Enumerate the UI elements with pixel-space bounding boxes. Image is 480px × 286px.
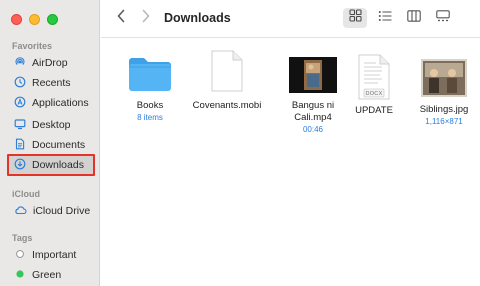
sidebar-item-label: AirDrop	[32, 57, 68, 69]
folder-icon	[127, 47, 173, 93]
cloud-icon	[14, 204, 27, 219]
sidebar-item-label: Applications	[32, 97, 89, 109]
download-icon	[14, 158, 26, 173]
sidebar-item-label: iCloud Drive	[33, 205, 91, 217]
applications-icon	[14, 96, 26, 111]
back-button[interactable]	[112, 9, 130, 27]
file-meta: 8 items	[137, 113, 163, 122]
sidebar: Favorites AirDrop Recents Applications D…	[0, 0, 100, 286]
file-item-covenants[interactable]: Covenants.mobi	[192, 47, 262, 112]
chevron-right-icon	[141, 9, 151, 28]
file-meta: 00:46	[302, 125, 324, 134]
docx-badge: DOCX	[365, 91, 383, 97]
sidebar-tag-important[interactable]: Important	[8, 246, 96, 264]
sidebar-item-label: Recents	[32, 77, 71, 89]
tag-color-dot	[14, 268, 26, 283]
window-controls	[11, 14, 58, 25]
file-name: Siblings.jpg	[419, 104, 469, 115]
document-file-icon	[210, 47, 244, 93]
list-icon	[378, 9, 392, 27]
favorites-section-title: Favorites	[12, 41, 53, 51]
column-view-button[interactable]	[403, 8, 425, 28]
list-view-button[interactable]	[374, 8, 396, 28]
file-name: UPDATE	[355, 105, 393, 116]
video-thumbnail	[289, 47, 337, 93]
toolbar: Downloads	[101, 0, 480, 38]
file-item-books[interactable]: Books 8 items	[115, 47, 185, 123]
sidebar-item-label: Desktop	[32, 119, 71, 131]
photo-thumbnail	[421, 51, 467, 97]
airdrop-icon	[14, 56, 26, 71]
sidebar-item-desktop[interactable]: Desktop	[8, 116, 96, 134]
sidebar-item-label: Green	[32, 269, 62, 281]
sidebar-item-label: Important	[32, 249, 77, 261]
icon-view-button[interactable]	[343, 8, 367, 28]
window-title: Downloads	[164, 11, 231, 25]
tags-section-title: Tags	[12, 233, 33, 243]
clock-icon	[14, 76, 26, 91]
close-button[interactable]	[11, 14, 22, 25]
file-area: Books 8 items Covenants.mobi Bangus ni C…	[101, 39, 480, 286]
sidebar-item-recents[interactable]: Recents	[8, 74, 96, 92]
columns-icon	[407, 9, 421, 27]
sidebar-item-applications[interactable]: Applications	[8, 94, 96, 112]
icloud-section-title: iCloud	[12, 189, 40, 199]
file-name: Books	[136, 100, 164, 111]
forward-button[interactable]	[137, 9, 155, 27]
sidebar-tag-green[interactable]: Green	[8, 266, 96, 284]
finder-window: Favorites AirDrop Recents Applications D…	[0, 0, 480, 286]
chevron-left-icon	[116, 9, 126, 28]
sidebar-item-label: Downloads	[32, 159, 84, 171]
file-name: Bangus ni Cali.mp4	[291, 100, 335, 123]
file-meta: 1,116×871	[425, 117, 463, 126]
sidebar-item-documents[interactable]: Documents	[8, 136, 96, 154]
sidebar-item-icloud-drive[interactable]: iCloud Drive	[8, 202, 96, 220]
sidebar-item-airdrop[interactable]: AirDrop	[8, 54, 96, 72]
minimize-button[interactable]	[29, 14, 40, 25]
file-item-video[interactable]: Bangus ni Cali.mp4 00:46	[278, 47, 348, 135]
zoom-button[interactable]	[47, 14, 58, 25]
gallery-icon	[436, 9, 450, 27]
grid-icon	[348, 9, 362, 27]
document-icon	[14, 138, 26, 153]
file-item-siblings[interactable]: Siblings.jpg 1,116×871	[409, 51, 479, 127]
desktop-icon	[14, 118, 26, 133]
tag-color-dot	[14, 248, 26, 263]
file-name: Covenants.mobi	[192, 100, 262, 111]
sidebar-item-label: Documents	[32, 139, 86, 151]
file-item-update[interactable]: DOCX UPDATE	[339, 51, 409, 117]
gallery-view-button[interactable]	[432, 8, 454, 28]
sidebar-item-downloads[interactable]: Downloads	[7, 154, 95, 176]
